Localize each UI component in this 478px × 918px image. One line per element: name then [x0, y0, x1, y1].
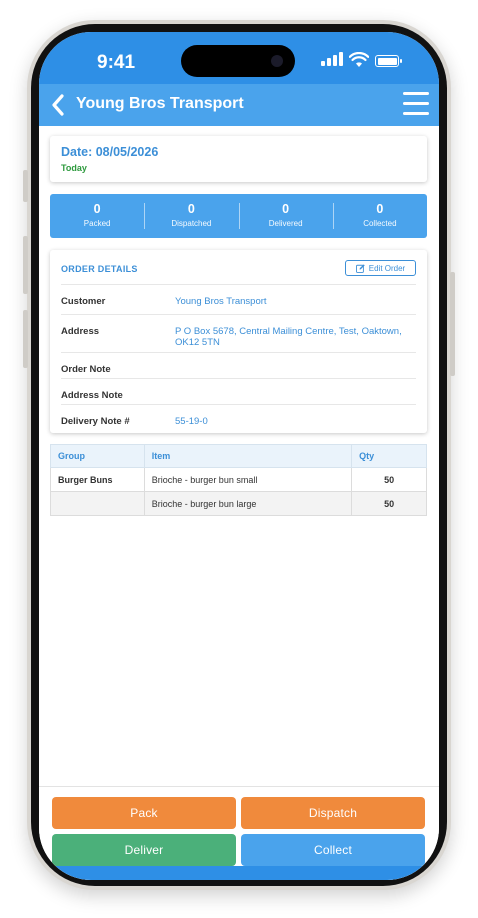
detail-row-address-note: Address Note	[61, 378, 416, 404]
stat-collected: 0 Collected	[332, 194, 427, 238]
home-indicator-strip	[39, 866, 439, 880]
stat-label: Delivered	[268, 219, 303, 228]
phone-screen: 9:41 Young Bros Transport Date: 08/05/20…	[39, 32, 439, 880]
back-chevron-icon[interactable]	[51, 93, 65, 117]
dispatch-button[interactable]: Dispatch	[241, 797, 425, 829]
status-summary-bar: 0 Packed 0 Dispatched 0 Delivered 0 Coll…	[50, 194, 427, 238]
detail-value: 55-19-0	[175, 416, 208, 427]
column-header-qty: Qty	[351, 444, 427, 468]
detail-key: Order Note	[61, 364, 111, 375]
edit-order-button[interactable]: Edit Order	[345, 260, 416, 276]
item-name: Brioche - burger bun large	[143, 491, 353, 516]
item-qty: 50	[351, 491, 427, 516]
table-row: Burger Buns Brioche - burger bun small 5…	[50, 467, 427, 492]
group-cell	[50, 491, 145, 516]
status-time: 9:41	[97, 52, 136, 73]
stat-label: Dispatched	[171, 219, 212, 228]
wifi-icon	[349, 52, 369, 67]
detail-value: P O Box 5678, Central Mailing Centre, Te…	[175, 326, 402, 348]
item-name: Brioche - burger bun small	[143, 467, 353, 492]
battery-icon	[375, 55, 402, 67]
detail-key: Address Note	[61, 390, 123, 401]
date-card: Date: 08/05/2026 Today	[50, 136, 427, 182]
stat-value: 0	[376, 202, 384, 216]
volume-down-button	[23, 310, 28, 368]
mute-switch	[23, 170, 28, 202]
collect-button[interactable]: Collect	[241, 834, 425, 866]
detail-row-delivery-note: Delivery Note # 55-19-0	[61, 404, 416, 432]
table-row: Brioche - burger bun large 50	[50, 491, 427, 516]
order-details-card: ORDER DETAILS Edit Order Customer Young …	[50, 250, 427, 433]
stat-label: Packed	[83, 219, 111, 228]
detail-row-order-note: Order Note	[61, 352, 416, 378]
relative-date: Today	[61, 163, 87, 173]
signal-icon	[321, 52, 343, 66]
status-icons	[321, 52, 402, 68]
status-bar: 9:41	[39, 32, 439, 84]
page-title: Young Bros Transport	[76, 95, 244, 112]
group-link[interactable]: Burger Buns	[50, 467, 145, 492]
power-button	[450, 272, 455, 376]
table-header-row: Group Item Qty	[50, 444, 427, 468]
stat-value: 0	[282, 202, 290, 216]
camera-icon	[271, 55, 283, 67]
item-qty: 50	[351, 467, 427, 492]
hamburger-menu-icon[interactable]	[403, 92, 429, 116]
detail-key: Customer	[61, 296, 106, 307]
column-header-item: Item	[143, 444, 353, 468]
main-content: Date: 08/05/2026 Today 0 Packed 0 Dispat…	[39, 126, 439, 786]
dynamic-island	[181, 45, 295, 77]
volume-up-button	[23, 236, 28, 294]
order-date: Date: 08/05/2026	[61, 145, 159, 159]
edit-icon	[355, 263, 365, 273]
stat-value: 0	[93, 202, 101, 216]
edit-order-label: Edit Order	[368, 263, 406, 273]
detail-value: Young Bros Transport	[175, 296, 267, 307]
detail-key: Address	[61, 326, 100, 337]
detail-key: Delivery Note #	[61, 416, 130, 427]
detail-row-address: Address P O Box 5678, Central Mailing Ce…	[61, 314, 416, 352]
section-title: ORDER DETAILS	[61, 264, 138, 274]
stat-value: 0	[187, 202, 195, 216]
detail-row-customer: Customer Young Bros Transport	[61, 284, 416, 314]
stat-packed: 0 Packed	[50, 194, 144, 238]
action-footer: Pack Dispatch Deliver Collect	[39, 786, 439, 880]
items-table: Group Item Qty Burger Buns Brioche - bur…	[50, 444, 427, 516]
app-header: Young Bros Transport	[39, 84, 439, 126]
stat-delivered: 0 Delivered	[238, 194, 333, 238]
pack-button[interactable]: Pack	[52, 797, 236, 829]
stat-dispatched: 0 Dispatched	[144, 194, 238, 238]
stat-label: Collected	[363, 219, 397, 228]
deliver-button[interactable]: Deliver	[52, 834, 236, 866]
column-header-group: Group	[50, 444, 145, 468]
